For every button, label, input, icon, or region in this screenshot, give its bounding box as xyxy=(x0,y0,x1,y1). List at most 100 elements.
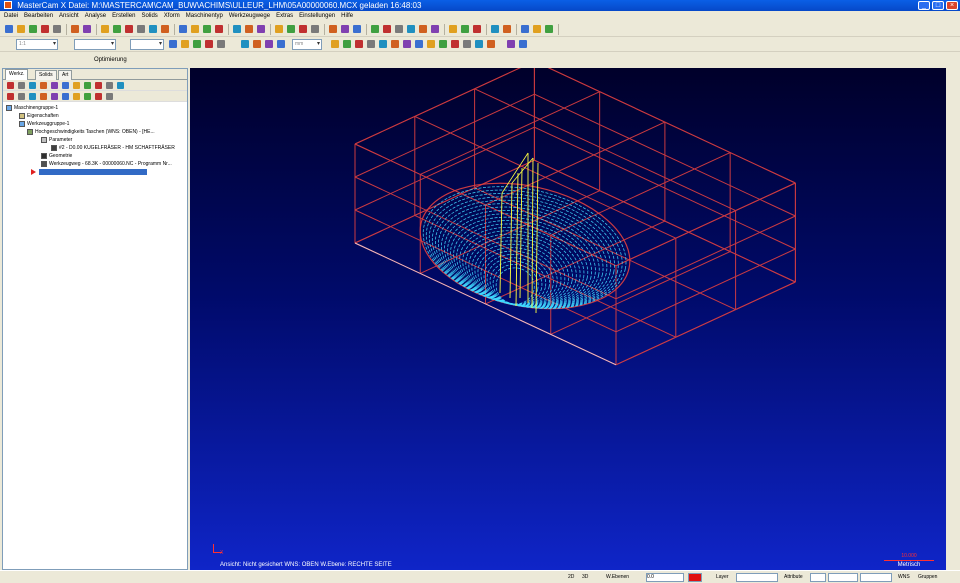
manager-tool-icon-8[interactable] xyxy=(95,82,102,89)
layer-label[interactable]: Layer xyxy=(716,573,729,582)
main-tool-icon-41[interactable] xyxy=(448,24,459,35)
attr-tool-icon-18[interactable] xyxy=(438,39,449,50)
menu-item-hilfe[interactable]: Hilfe xyxy=(341,13,353,19)
attributes-label[interactable]: Attribute xyxy=(784,573,803,582)
attr-tool-icon-5[interactable] xyxy=(240,39,251,50)
manager-tool-icon-5[interactable] xyxy=(62,82,69,89)
tree-item-toolpath-group[interactable]: Werkzeuggruppe-1 xyxy=(3,120,187,128)
point-style-combo[interactable] xyxy=(860,573,892,582)
main-tool-icon-9[interactable] xyxy=(100,24,111,35)
attr-tool-icon-8[interactable] xyxy=(276,39,287,50)
attr-tool-icon-3[interactable] xyxy=(204,39,215,50)
mode-2d[interactable]: 2D xyxy=(568,573,574,582)
menu-item-einstellungen[interactable]: Einstellungen xyxy=(299,13,335,19)
main-tool-icon-39[interactable] xyxy=(430,24,441,35)
attr-tool-icon-10[interactable] xyxy=(342,39,353,50)
main-tool-icon-45[interactable] xyxy=(490,24,501,35)
main-tool-icon-7[interactable] xyxy=(82,24,93,35)
attr-tool-icon-13[interactable] xyxy=(378,39,389,50)
menu-item-datei[interactable]: Datei xyxy=(4,13,18,19)
layer-field[interactable] xyxy=(736,573,778,582)
manager-tool-icon-10[interactable] xyxy=(117,82,124,89)
manager-tool-icon-1[interactable] xyxy=(18,82,25,89)
main-tool-icon-21[interactable] xyxy=(232,24,243,35)
main-tool-icon-19[interactable] xyxy=(214,24,225,35)
main-tool-icon-2[interactable] xyxy=(28,24,39,35)
main-tool-icon-36[interactable] xyxy=(394,24,405,35)
main-tool-icon-4[interactable] xyxy=(52,24,63,35)
main-tool-icon-42[interactable] xyxy=(460,24,471,35)
tab-toolpaths[interactable]: Werkz. xyxy=(5,69,29,80)
menu-item-analyse[interactable]: Analyse xyxy=(85,13,106,19)
manager-action-icon-2[interactable] xyxy=(29,93,36,100)
main-tool-icon-3[interactable] xyxy=(40,24,51,35)
attr-tool-icon-4[interactable] xyxy=(216,39,227,50)
manager-action-icon-5[interactable] xyxy=(62,93,69,100)
menu-item-erstellen[interactable]: Erstellen xyxy=(112,13,135,19)
tree-item-toolpath[interactable]: Werkzeugweg - 68.3K - 00000060.NC - Prog… xyxy=(3,160,187,168)
main-tool-icon-32[interactable] xyxy=(352,24,363,35)
main-tool-icon-22[interactable] xyxy=(244,24,255,35)
manager-tool-icon-7[interactable] xyxy=(84,82,91,89)
manager-tool-icon-6[interactable] xyxy=(73,82,80,89)
cplane-label[interactable]: W.Ebenen xyxy=(606,573,629,582)
manager-action-icon-4[interactable] xyxy=(51,93,58,100)
attr-tool-icon-14[interactable] xyxy=(390,39,401,50)
attr-tool-icon-16[interactable] xyxy=(414,39,425,50)
main-tool-icon-48[interactable] xyxy=(520,24,531,35)
menu-item-bearbeiten[interactable]: Bearbeiten xyxy=(24,13,53,19)
tree-item-operation[interactable]: Hochgeschwindigkeits Taschen (WNS: OBEN)… xyxy=(3,128,187,136)
main-tool-icon-27[interactable] xyxy=(298,24,309,35)
main-tool-icon-28[interactable] xyxy=(310,24,321,35)
main-tool-icon-31[interactable] xyxy=(340,24,351,35)
attr-tool-icon-11[interactable] xyxy=(354,39,365,50)
manager-tool-icon-9[interactable] xyxy=(106,82,113,89)
level-combo[interactable] xyxy=(74,39,116,50)
main-tool-icon-35[interactable] xyxy=(382,24,393,35)
tree-item-properties[interactable]: Eigenschaften xyxy=(3,112,187,120)
tree-insert-marker[interactable] xyxy=(3,168,187,176)
main-tool-icon-30[interactable] xyxy=(328,24,339,35)
close-button[interactable]: × xyxy=(946,1,958,10)
attr-tool-icon-7[interactable] xyxy=(264,39,275,50)
main-tool-icon-10[interactable] xyxy=(112,24,123,35)
attr-tool-icon-24[interactable] xyxy=(518,39,529,50)
manager-tool-icon-2[interactable] xyxy=(29,82,36,89)
main-tool-icon-16[interactable] xyxy=(178,24,189,35)
tree-item-geometry[interactable]: Geometrie xyxy=(3,152,187,160)
manager-action-icon-9[interactable] xyxy=(106,93,113,100)
attr-tool-icon-19[interactable] xyxy=(450,39,461,50)
main-tool-icon-0[interactable] xyxy=(4,24,15,35)
main-tool-icon-50[interactable] xyxy=(544,24,555,35)
main-tool-icon-49[interactable] xyxy=(532,24,543,35)
main-tool-icon-25[interactable] xyxy=(274,24,285,35)
manager-tool-icon-3[interactable] xyxy=(40,82,47,89)
attr-tool-icon-12[interactable] xyxy=(366,39,377,50)
attr-tool-icon-2[interactable] xyxy=(192,39,203,50)
main-tool-icon-6[interactable] xyxy=(70,24,81,35)
minimize-button[interactable]: _ xyxy=(918,1,930,10)
menu-item-ansicht[interactable]: Ansicht xyxy=(59,13,79,19)
attr-tool-icon-17[interactable] xyxy=(426,39,437,50)
attr-tool-icon-1[interactable] xyxy=(180,39,191,50)
menu-item-maschinentyp[interactable]: Maschinentyp xyxy=(186,13,223,19)
grid-combo[interactable]: mm xyxy=(292,39,322,50)
attr-tool-icon-9[interactable] xyxy=(330,39,341,50)
attr-tool-icon-23[interactable] xyxy=(506,39,517,50)
attr-tool-icon-20[interactable] xyxy=(462,39,473,50)
manager-action-icon-8[interactable] xyxy=(95,93,102,100)
main-tool-icon-12[interactable] xyxy=(136,24,147,35)
main-tool-icon-17[interactable] xyxy=(190,24,201,35)
line-style-combo[interactable] xyxy=(810,573,826,582)
z-depth-field[interactable]: 0.0 xyxy=(646,573,684,582)
tree-item-tool[interactable]: #2 - D0.00 KUGELFRÄSER - HM SCHAFTFRÄSER xyxy=(3,144,187,152)
main-tool-icon-26[interactable] xyxy=(286,24,297,35)
mode-3d[interactable]: 3D xyxy=(582,573,588,582)
main-tool-icon-18[interactable] xyxy=(202,24,213,35)
attr-tool-icon-22[interactable] xyxy=(486,39,497,50)
main-tool-icon-38[interactable] xyxy=(418,24,429,35)
tree-item-parameters[interactable]: Parameter xyxy=(3,136,187,144)
manager-action-icon-3[interactable] xyxy=(40,93,47,100)
main-tool-icon-13[interactable] xyxy=(148,24,159,35)
main-tool-icon-23[interactable] xyxy=(256,24,267,35)
